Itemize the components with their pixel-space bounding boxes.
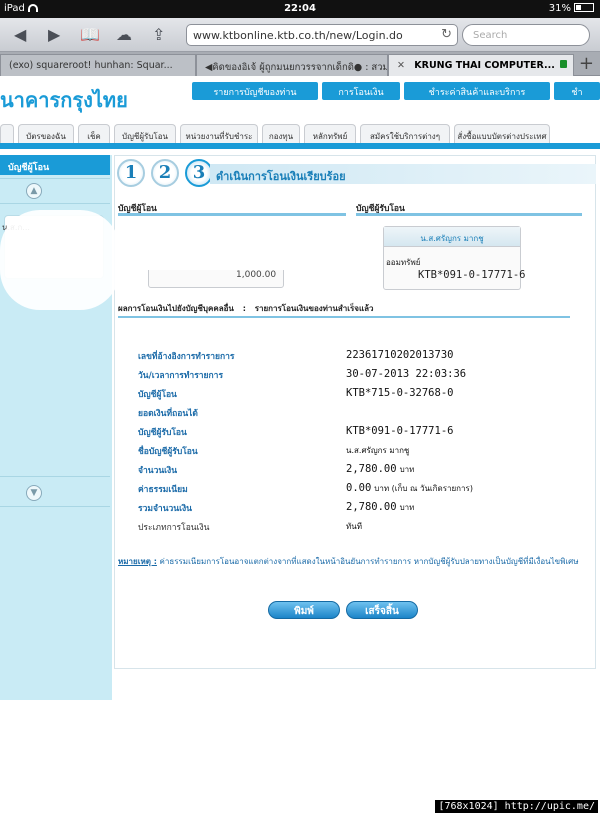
- from-underline: [118, 213, 346, 216]
- detail-row: ชื่อบัญชีผู้รับโอน น.ส.ศรัญกร มากชู: [0, 444, 600, 458]
- step-1: 1: [117, 159, 145, 187]
- redaction-smudge: [0, 210, 120, 310]
- reload-icon[interactable]: ↻: [441, 27, 452, 42]
- amount-number: 2,780.00: [346, 463, 397, 475]
- to-account-row-label: บัญชีผู้รับโอน: [138, 428, 187, 438]
- detail-row: ค่าธรรมเนียม 0.00 บาท (เก็บ ณ วันเกิดรายก…: [0, 482, 600, 496]
- battery-status: 31%: [549, 3, 594, 14]
- nav-more[interactable]: ชำ: [554, 82, 600, 100]
- print-button[interactable]: พิมพ์: [268, 601, 340, 619]
- detail-row: บัญชีผู้รับโอน KTB*091-0-17771-6: [0, 425, 600, 439]
- subtab-cheque[interactable]: เช็ค: [78, 124, 110, 144]
- subtab-my-cards[interactable]: บัตรของฉัน: [18, 124, 74, 144]
- total-unit: บาท: [399, 503, 415, 512]
- datetime-label: วัน/เวลาการทำรายการ: [138, 371, 224, 381]
- step-3: 3: [185, 159, 213, 187]
- reference-label: เลขที่อ้างอิงการทำรายการ: [138, 352, 235, 362]
- transfer-type-label: ประเภทการโอนเงิน: [138, 523, 210, 533]
- subtab-0[interactable]: [0, 124, 14, 144]
- forward-icon[interactable]: ▶: [48, 25, 60, 44]
- total-number: 2,780.00: [346, 501, 397, 513]
- close-tab-icon[interactable]: ✕: [397, 60, 405, 71]
- fee-label: ค่าธรรมเนียม: [138, 485, 188, 495]
- summary-underline: [118, 316, 570, 318]
- amount-unit: บาท: [399, 465, 415, 474]
- fee-number: 0.00: [346, 482, 372, 494]
- bank-logo: นาคารกรุงไทย: [0, 88, 128, 112]
- tab-thai-article[interactable]: ◀คิดของอิเจ้ ผู้ถูกมนยกวรรจากเด็กดิ● : ส…: [196, 54, 388, 76]
- detail-row: รวมจำนวนเงิน 2,780.00 บาท: [0, 501, 600, 515]
- subtab-funds[interactable]: กองทุน: [262, 124, 300, 144]
- back-icon[interactable]: ◀: [14, 25, 26, 44]
- detail-row: ยอดเงินที่ถอนได้: [0, 406, 600, 420]
- amount-label: จำนวนเงิน: [138, 466, 178, 476]
- watermark: [768x1024] http://upic.me/: [435, 800, 598, 813]
- detail-row: จำนวนเงิน 2,780.00 บาท: [0, 463, 600, 477]
- tab-krung-thai[interactable]: ✕ KRUNG THAI COMPUTER...: [388, 54, 574, 76]
- from-amount-fragment: 1,000.00: [236, 270, 277, 280]
- icloud-tabs-icon[interactable]: ☁: [116, 25, 132, 44]
- result-separator: :: [242, 304, 246, 313]
- detail-row: ประเภทการโอนเงิน ทันที: [0, 520, 600, 534]
- subtab-securities[interactable]: หลักทรัพย์: [304, 124, 356, 144]
- sidebar-title: บัญชีผู้โอน: [0, 155, 110, 175]
- status-bar: iPad 22:04 31%: [0, 0, 600, 18]
- available-balance-label: ยอดเงินที่ถอนได้: [138, 409, 198, 419]
- result-prefix: ผลการโอนเงินไปยังบัญชีบุคคลอื่น: [118, 304, 234, 313]
- sidebar-divider: [0, 178, 110, 179]
- fee-value: 0.00 บาท (เก็บ ณ วันเกิดรายการ): [346, 482, 473, 495]
- amount-value: 2,780.00 บาท: [346, 463, 414, 476]
- nav-accounts[interactable]: รายการบัญชีของท่าน: [192, 82, 318, 100]
- share-icon[interactable]: ⇪: [152, 25, 165, 44]
- bookmarks-icon[interactable]: 📖: [80, 25, 100, 44]
- done-button[interactable]: เสร็จสิ้น: [346, 601, 418, 619]
- subtab-billers[interactable]: หน่วยงานที่รับชำระ: [180, 124, 258, 144]
- transfer-type-value: ทันที: [346, 522, 363, 531]
- to-account-type: ออมทรัพย์: [386, 258, 421, 267]
- tab-strip: (exo) squareroot! hunhan: Squar... ◀คิดข…: [0, 52, 600, 76]
- scroll-up-icon[interactable]: ▲: [26, 183, 42, 199]
- reference-value: 22361710202013730: [346, 349, 454, 361]
- subtab-services[interactable]: สมัครใช้บริการต่างๆ: [360, 124, 450, 144]
- clock: 22:04: [284, 3, 316, 14]
- note-label: หมายเหตุ :: [118, 557, 157, 566]
- subnav-underline: [0, 143, 600, 149]
- transfer-result: ผลการโอนเงินไปยังบัญชีบุคคลอื่น : รายการ…: [118, 302, 374, 315]
- new-tab-icon[interactable]: +: [579, 53, 594, 74]
- detail-row: เลขที่อ้างอิงการทำรายการ 223617102020137…: [0, 349, 600, 363]
- note-text: ค่าธรรมเนียมการโอนอาจแตกต่างจากที่แสดงใน…: [159, 557, 579, 566]
- browser-toolbar: ◀ ▶ 📖 ☁ ⇪ www.ktbonline.ktb.co.th/new/Lo…: [0, 18, 600, 52]
- payee-name-value: น.ส.ศรัญกร มากชู: [346, 446, 410, 455]
- redaction: [146, 222, 286, 270]
- from-account-row-value: KTB*715-0-32768-0: [346, 387, 454, 399]
- subtab-foreign-cards[interactable]: สั่งซื้อแบบบัตรต่างประเทศ: [454, 124, 550, 144]
- datetime-value: 30-07-2013 22:03:36: [346, 368, 467, 380]
- tab-exo[interactable]: (exo) squareroot! hunhan: Squar...: [0, 54, 196, 76]
- battery-icon: [574, 3, 594, 12]
- to-underline: [356, 213, 582, 216]
- note: หมายเหตุ : ค่าธรรมเนียมการโอนอาจแตกต่างจ…: [118, 555, 578, 568]
- lock-icon: [560, 60, 567, 68]
- url-text: www.ktbonline.ktb.co.th/new/Login.do: [193, 29, 403, 42]
- nav-payment[interactable]: ชำระค่าสินค้าและบริการ: [404, 82, 550, 100]
- result-text: รายการโอนเงินของท่านสำเร็จแล้ว: [254, 304, 374, 313]
- search-input[interactable]: Search: [462, 24, 590, 46]
- from-account-row-label: บัญชีผู้โอน: [138, 390, 177, 400]
- sidebar-divider: [0, 203, 110, 204]
- total-label: รวมจำนวนเงิน: [138, 504, 192, 514]
- to-account-name: น.ส.ศรัญกร มากชู: [384, 227, 520, 247]
- detail-row: วัน/เวลาการทำรายการ 30-07-2013 22:03:36: [0, 368, 600, 382]
- step-title: ดำเนินการโอนเงินเรียบร้อย: [210, 164, 596, 184]
- to-account-number: KTB*091-0-17771-6: [418, 269, 526, 281]
- detail-row: บัญชีผู้โอน KTB*715-0-32768-0: [0, 387, 600, 401]
- payee-name-label: ชื่อบัญชีผู้รับโอน: [138, 447, 198, 457]
- fee-unit: บาท (เก็บ ณ วันเกิดรายการ): [374, 484, 473, 493]
- nav-transfer[interactable]: การโอนเงิน: [322, 82, 400, 100]
- to-account-row-value: KTB*091-0-17771-6: [346, 425, 454, 437]
- step-2: 2: [151, 159, 179, 187]
- total-value: 2,780.00 บาท: [346, 501, 414, 514]
- address-bar[interactable]: www.ktbonline.ktb.co.th/new/Login.do ↻: [186, 24, 458, 46]
- subtab-payees[interactable]: บัญชีผู้รับโอน: [114, 124, 176, 144]
